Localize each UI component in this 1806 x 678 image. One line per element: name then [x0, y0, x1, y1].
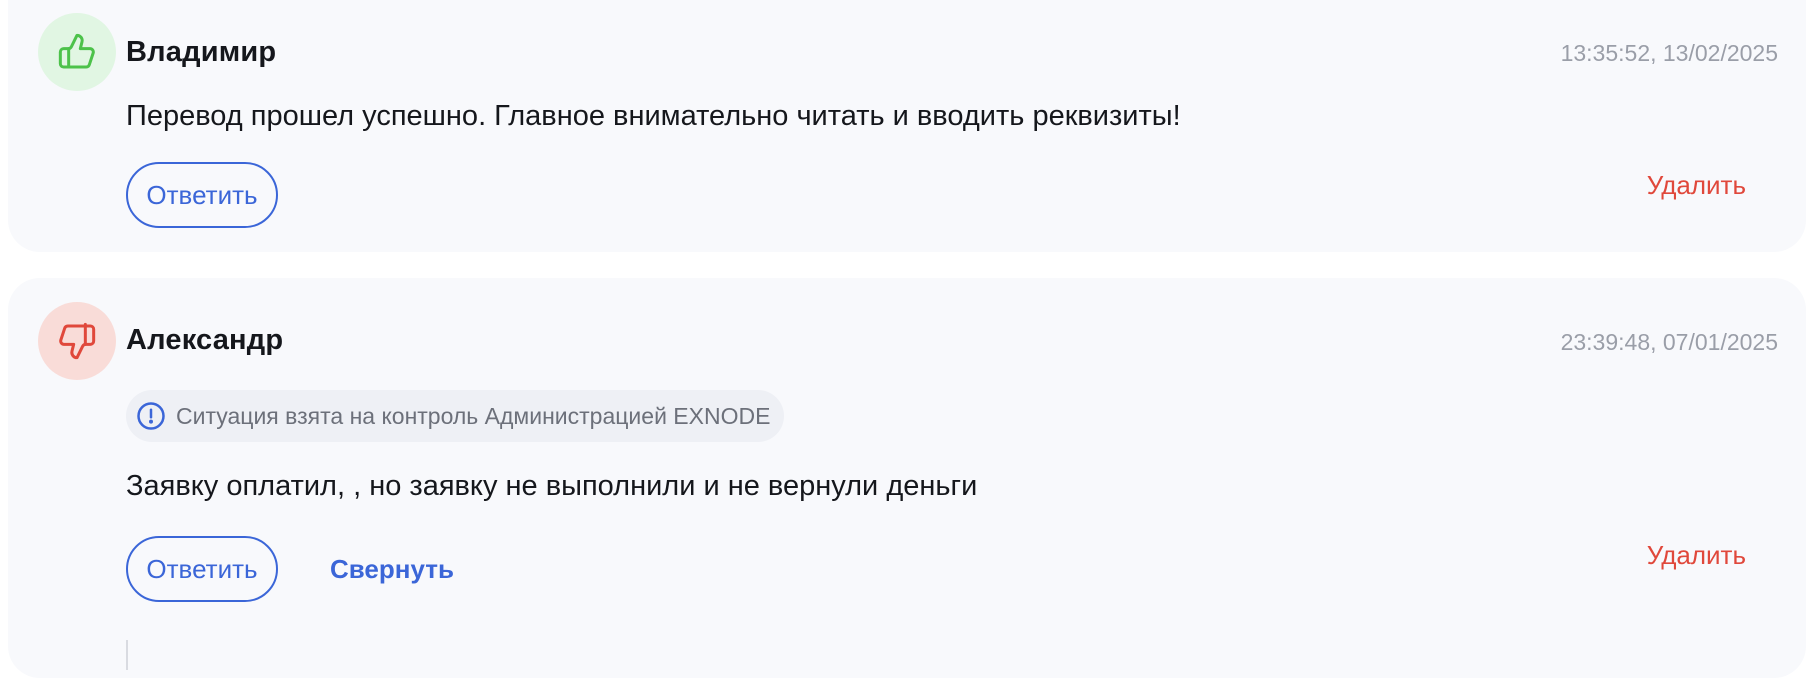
- avatar-like: [38, 13, 116, 91]
- reply-button[interactable]: Ответить: [126, 536, 278, 602]
- avatar-dislike: [38, 302, 116, 380]
- reply-button[interactable]: Ответить: [126, 162, 278, 228]
- review-timestamp: 13:35:52, 13/02/2025: [1560, 40, 1778, 66]
- author-name: Александр: [126, 324, 284, 356]
- review-card: Александр 23:39:48, 07/01/2025 Ситуация …: [8, 278, 1806, 678]
- delete-button[interactable]: Удалить: [1647, 540, 1746, 571]
- review-text: Перевод прошел успешно. Главное внимател…: [126, 100, 1181, 132]
- thumbs-down-icon: [59, 322, 96, 360]
- admin-notice-text: Ситуация взята на контроль Администрацие…: [176, 402, 771, 429]
- review-card: Владимир 13:35:52, 13/02/2025 Перевод пр…: [8, 0, 1806, 252]
- review-text: Заявку оплатил, , но заявку не выполнили…: [126, 470, 978, 502]
- info-icon: [136, 401, 166, 431]
- author-name: Владимир: [126, 36, 277, 68]
- review-timestamp: 23:39:48, 07/01/2025: [1560, 329, 1778, 355]
- delete-button[interactable]: Удалить: [1647, 170, 1746, 201]
- collapse-button[interactable]: Свернуть: [330, 554, 454, 585]
- thread-line: [126, 640, 128, 670]
- admin-notice: Ситуация взята на контроль Администрацие…: [126, 390, 785, 442]
- thumbs-up-icon: [58, 33, 95, 69]
